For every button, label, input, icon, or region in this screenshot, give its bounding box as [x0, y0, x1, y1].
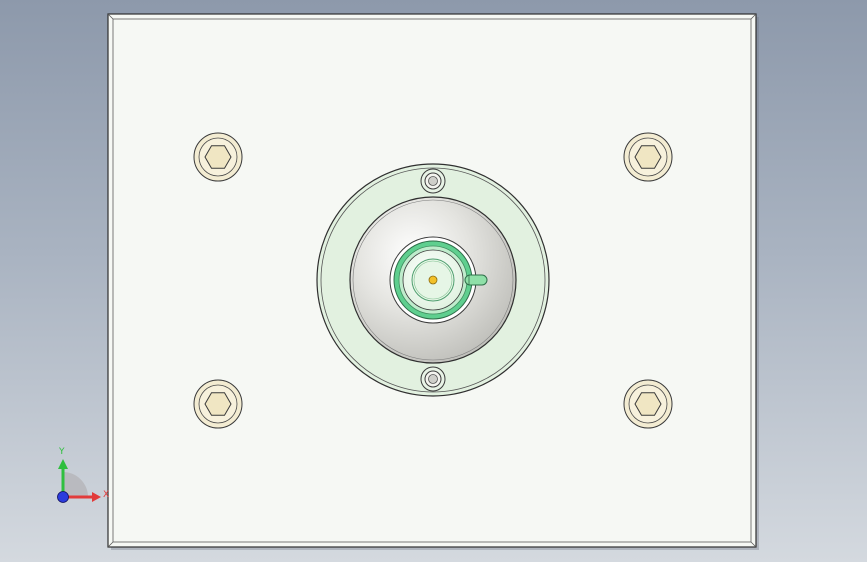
cad-viewport[interactable]: X Y [0, 0, 867, 562]
bayonet-pin [464, 274, 488, 286]
hex-socket-screw-icon [623, 132, 673, 182]
axis-triad[interactable]: X Y [57, 447, 110, 503]
x-axis-arrowhead [92, 492, 101, 502]
y-axis-arrowhead [58, 459, 68, 469]
bolt-top-right[interactable] [623, 132, 673, 182]
hex-socket-screw-icon [193, 379, 243, 429]
hex-socket-screw-icon [193, 132, 243, 182]
y-axis-label: Y [58, 447, 65, 457]
center-pin [428, 275, 438, 285]
bolt-bottom-right[interactable] [623, 379, 673, 429]
z-axis-dot [57, 491, 69, 503]
bolt-top-left[interactable] [193, 132, 243, 182]
hex-socket-screw-icon [623, 379, 673, 429]
connector-flange[interactable] [316, 163, 550, 397]
flange-screw-bottom[interactable] [420, 366, 446, 392]
flange-screw-top[interactable] [420, 168, 446, 194]
bolt-bottom-left[interactable] [193, 379, 243, 429]
x-axis-label: X [103, 490, 109, 500]
